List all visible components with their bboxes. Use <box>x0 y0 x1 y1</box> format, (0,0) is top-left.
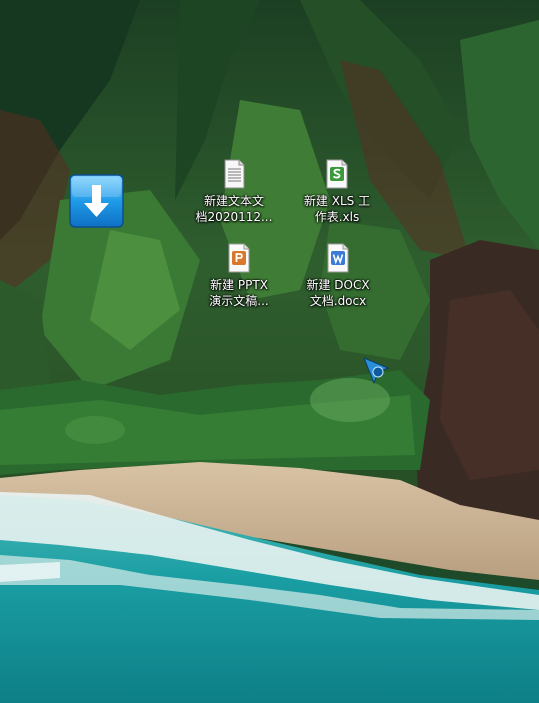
pointer-cursor-icon <box>363 357 390 385</box>
desktop: 新建文本文 档2020112... 新建 XLS 工 作表.xls 新建 PPT… <box>0 0 539 703</box>
desktop-icon-label: 新建 XLS 工 作表.xls <box>297 193 377 225</box>
download-arrow-icon <box>69 174 124 228</box>
label-line: 作表.xls <box>314 210 360 224</box>
desktop-icon-label: 新建 PPTX 演示文稿... <box>199 277 279 309</box>
label-line: 新建 PPTX <box>210 278 268 292</box>
label-line: 演示文稿... <box>209 294 269 308</box>
label-line: 文档.docx <box>309 294 367 308</box>
label-line: 新建文本文 <box>203 194 264 208</box>
label-line: 新建 DOCX <box>306 278 370 292</box>
xls-file-icon <box>326 159 348 189</box>
label-line: 档2020112... <box>195 210 273 224</box>
download-shortcut[interactable] <box>68 173 125 229</box>
desktop-icon-xls[interactable]: 新建 XLS 工 作表.xls <box>297 158 377 225</box>
desktop-icon-text-document[interactable]: 新建文本文 档2020112... <box>194 158 274 225</box>
label-line: 新建 XLS 工 <box>303 194 371 208</box>
text-file-icon <box>224 159 245 189</box>
desktop-icon-label: 新建文本文 档2020112... <box>194 193 274 225</box>
desktop-icon-pptx[interactable]: 新建 PPTX 演示文稿... <box>199 242 279 309</box>
pptx-file-icon <box>228 243 250 273</box>
docx-file-icon <box>327 243 349 273</box>
wallpaper-landscape <box>0 0 539 703</box>
desktop-icon-docx[interactable]: 新建 DOCX 文档.docx <box>298 242 378 309</box>
desktop-icon-label: 新建 DOCX 文档.docx <box>298 277 378 309</box>
